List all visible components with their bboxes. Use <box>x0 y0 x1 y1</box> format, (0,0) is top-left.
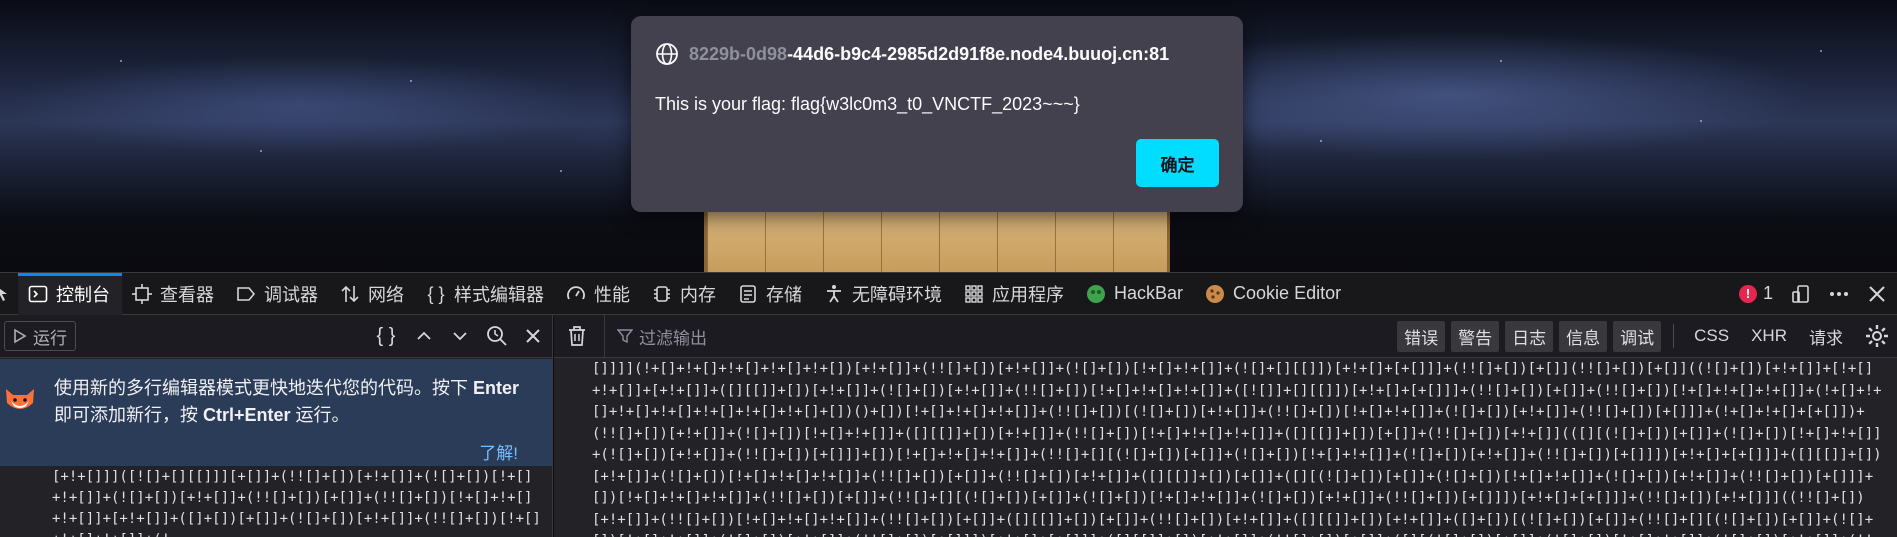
tab-accessibility[interactable]: 无障碍环境 <box>814 273 954 315</box>
notice-text: 使用新的多行编辑器模式更快地迭代您的代码。按下 Enter 即可添加新行，按 C… <box>54 375 534 429</box>
filter-warnings[interactable]: 警告 <box>1451 320 1500 352</box>
error-icon: ! <box>1738 284 1757 303</box>
dialog-message: This is your flag: flag{w3lc0m3_t0_VNCTF… <box>655 94 1080 114</box>
console-icon <box>28 285 48 302</box>
devtools-toolbar: 控制台 查看器 调试器 网络 { } 样式编辑器 性能 内存 存储 无障碍环境 … <box>0 272 1897 315</box>
dialog-origin: 8229b-0d98-44d6-b9c4-2985d2d91f8e.node4.… <box>689 44 1169 65</box>
trash-icon[interactable] <box>566 324 588 348</box>
chevron-down-icon[interactable] <box>450 326 470 346</box>
filter-debug[interactable]: 调试 <box>1613 320 1662 352</box>
close-editor-icon[interactable] <box>524 327 542 345</box>
browser-viewport: 8229b-0d98-44d6-b9c4-2985d2d91f8e.node4.… <box>0 0 1897 537</box>
notice-text-part: 即可添加新行，按 <box>54 405 204 425</box>
tab-label: 存储 <box>766 284 802 305</box>
console-output: []]]](!+[]+!+[]+!+[]+!+[]+!+[])[+!+[]]+(… <box>592 361 1882 537</box>
notice-text-part: 使用新的多行编辑器模式更快地迭代您的代码。按下 <box>54 378 473 398</box>
responsive-design-icon[interactable] <box>1791 284 1811 304</box>
tab-inspector[interactable]: 查看器 <box>122 273 226 315</box>
notice-text-part: 运行。 <box>290 405 350 425</box>
tab-hackbar[interactable]: HackBar <box>1076 273 1195 315</box>
tab-label: 应用程序 <box>992 284 1064 305</box>
tab-label: 查看器 <box>160 284 214 305</box>
more-options-icon[interactable] <box>1829 284 1849 304</box>
origin-host: -44d6-b9c4-2985d2d91f8e.node4.buuoj.cn:8… <box>787 44 1170 64</box>
firefox-fox-icon <box>6 389 34 409</box>
error-counter[interactable]: ! 1 <box>1738 283 1773 304</box>
tab-label: 控制台 <box>56 284 110 305</box>
tab-label: 调试器 <box>264 284 318 305</box>
play-icon <box>14 328 27 344</box>
editor-notice: 使用新的多行编辑器模式更快地迭代您的代码。按下 Enter 即可添加新行，按 C… <box>0 359 552 466</box>
origin-faded-part: 8229b-0d98 <box>689 44 788 64</box>
tab-console[interactable]: 控制台 <box>18 272 122 315</box>
storage-icon <box>740 284 756 303</box>
console-editor-pane: 运行 { } 使用新的多行编辑器模式更快地迭代您的代码。按下 Enter 即可添… <box>0 315 553 537</box>
toolbar-right: ! 1 <box>1738 283 1897 304</box>
filter-input[interactable]: 过滤输出 <box>604 314 707 358</box>
tab-label: 内存 <box>680 284 716 305</box>
filter-divider <box>1673 324 1675 348</box>
filter-errors[interactable]: 错误 <box>1397 320 1446 352</box>
style-editor-icon: { } <box>427 283 445 304</box>
inspector-icon <box>132 283 152 304</box>
tab-label: Cookie Editor <box>1233 283 1342 303</box>
tab-label: 样式编辑器 <box>454 284 544 305</box>
editor-code[interactable]: [+!+[]]]([![]+[][[]]][+[]]+(!![]+[])[+!+… <box>52 467 548 537</box>
funnel-icon <box>617 329 633 344</box>
console-output-pane: 过滤输出 错误 警告 日志 信息 调试 CSS XHR 请求 []]]](!+[… <box>554 314 1897 537</box>
ok-button[interactable]: 确定 <box>1136 139 1219 187</box>
filter-css[interactable]: CSS <box>1686 323 1737 349</box>
globe-icon <box>656 43 678 65</box>
tab-label: 无障碍环境 <box>852 284 942 305</box>
pretty-print-icon[interactable]: { } <box>374 324 398 348</box>
cookie-icon <box>1206 284 1225 303</box>
debugger-icon <box>237 286 256 301</box>
alert-dialog: 8229b-0d98-44d6-b9c4-2985d2d91f8e.node4.… <box>631 16 1243 212</box>
run-label: 运行 <box>33 328 67 348</box>
tab-network[interactable]: 网络 <box>330 273 416 315</box>
tab-storage[interactable]: 存储 <box>728 273 814 315</box>
tab-memory[interactable]: 内存 <box>642 273 728 315</box>
tab-label: HackBar <box>1114 283 1184 303</box>
filter-placeholder: 过滤输出 <box>639 328 707 348</box>
application-icon <box>965 284 983 303</box>
filter-logs[interactable]: 日志 <box>1505 320 1554 352</box>
tab-performance[interactable]: 性能 <box>556 273 642 315</box>
filter-xhr[interactable]: XHR <box>1743 323 1795 349</box>
tab-application[interactable]: 应用程序 <box>954 273 1076 315</box>
filter-requests[interactable]: 请求 <box>1801 321 1851 352</box>
network-icon <box>341 285 359 302</box>
editor-toolbar: 运行 { } <box>0 315 552 358</box>
performance-icon <box>567 285 585 299</box>
history-search-icon[interactable] <box>486 325 508 347</box>
game-board[interactable] <box>704 212 1170 272</box>
close-devtools-icon[interactable] <box>1867 284 1887 304</box>
tab-cookie-editor[interactable]: Cookie Editor <box>1195 273 1353 315</box>
tab-label: 性能 <box>594 284 630 305</box>
hackbar-icon <box>1087 284 1105 303</box>
ctrl-enter-key-label: Ctrl+Enter <box>203 405 291 425</box>
gear-icon[interactable] <box>1865 324 1889 348</box>
console-filter-bar: 过滤输出 错误 警告 日志 信息 调试 CSS XHR 请求 <box>554 314 1897 358</box>
tab-label: 网络 <box>368 284 404 305</box>
filter-info[interactable]: 信息 <box>1559 320 1608 352</box>
enter-key-label: Enter <box>473 378 520 398</box>
accessibility-icon <box>827 284 841 302</box>
filter-buttons: 错误 警告 日志 信息 调试 CSS XHR 请求 <box>1397 320 1897 352</box>
memory-icon <box>654 285 670 302</box>
run-button[interactable]: 运行 <box>4 321 76 351</box>
chevron-up-icon[interactable] <box>414 326 434 346</box>
element-picker-icon[interactable] <box>0 284 14 304</box>
tab-debugger[interactable]: 调试器 <box>226 273 330 315</box>
tab-style-editor[interactable]: { } 样式编辑器 <box>416 273 556 315</box>
got-it-link[interactable]: 了解! <box>479 439 518 464</box>
error-count: 1 <box>1762 283 1773 303</box>
